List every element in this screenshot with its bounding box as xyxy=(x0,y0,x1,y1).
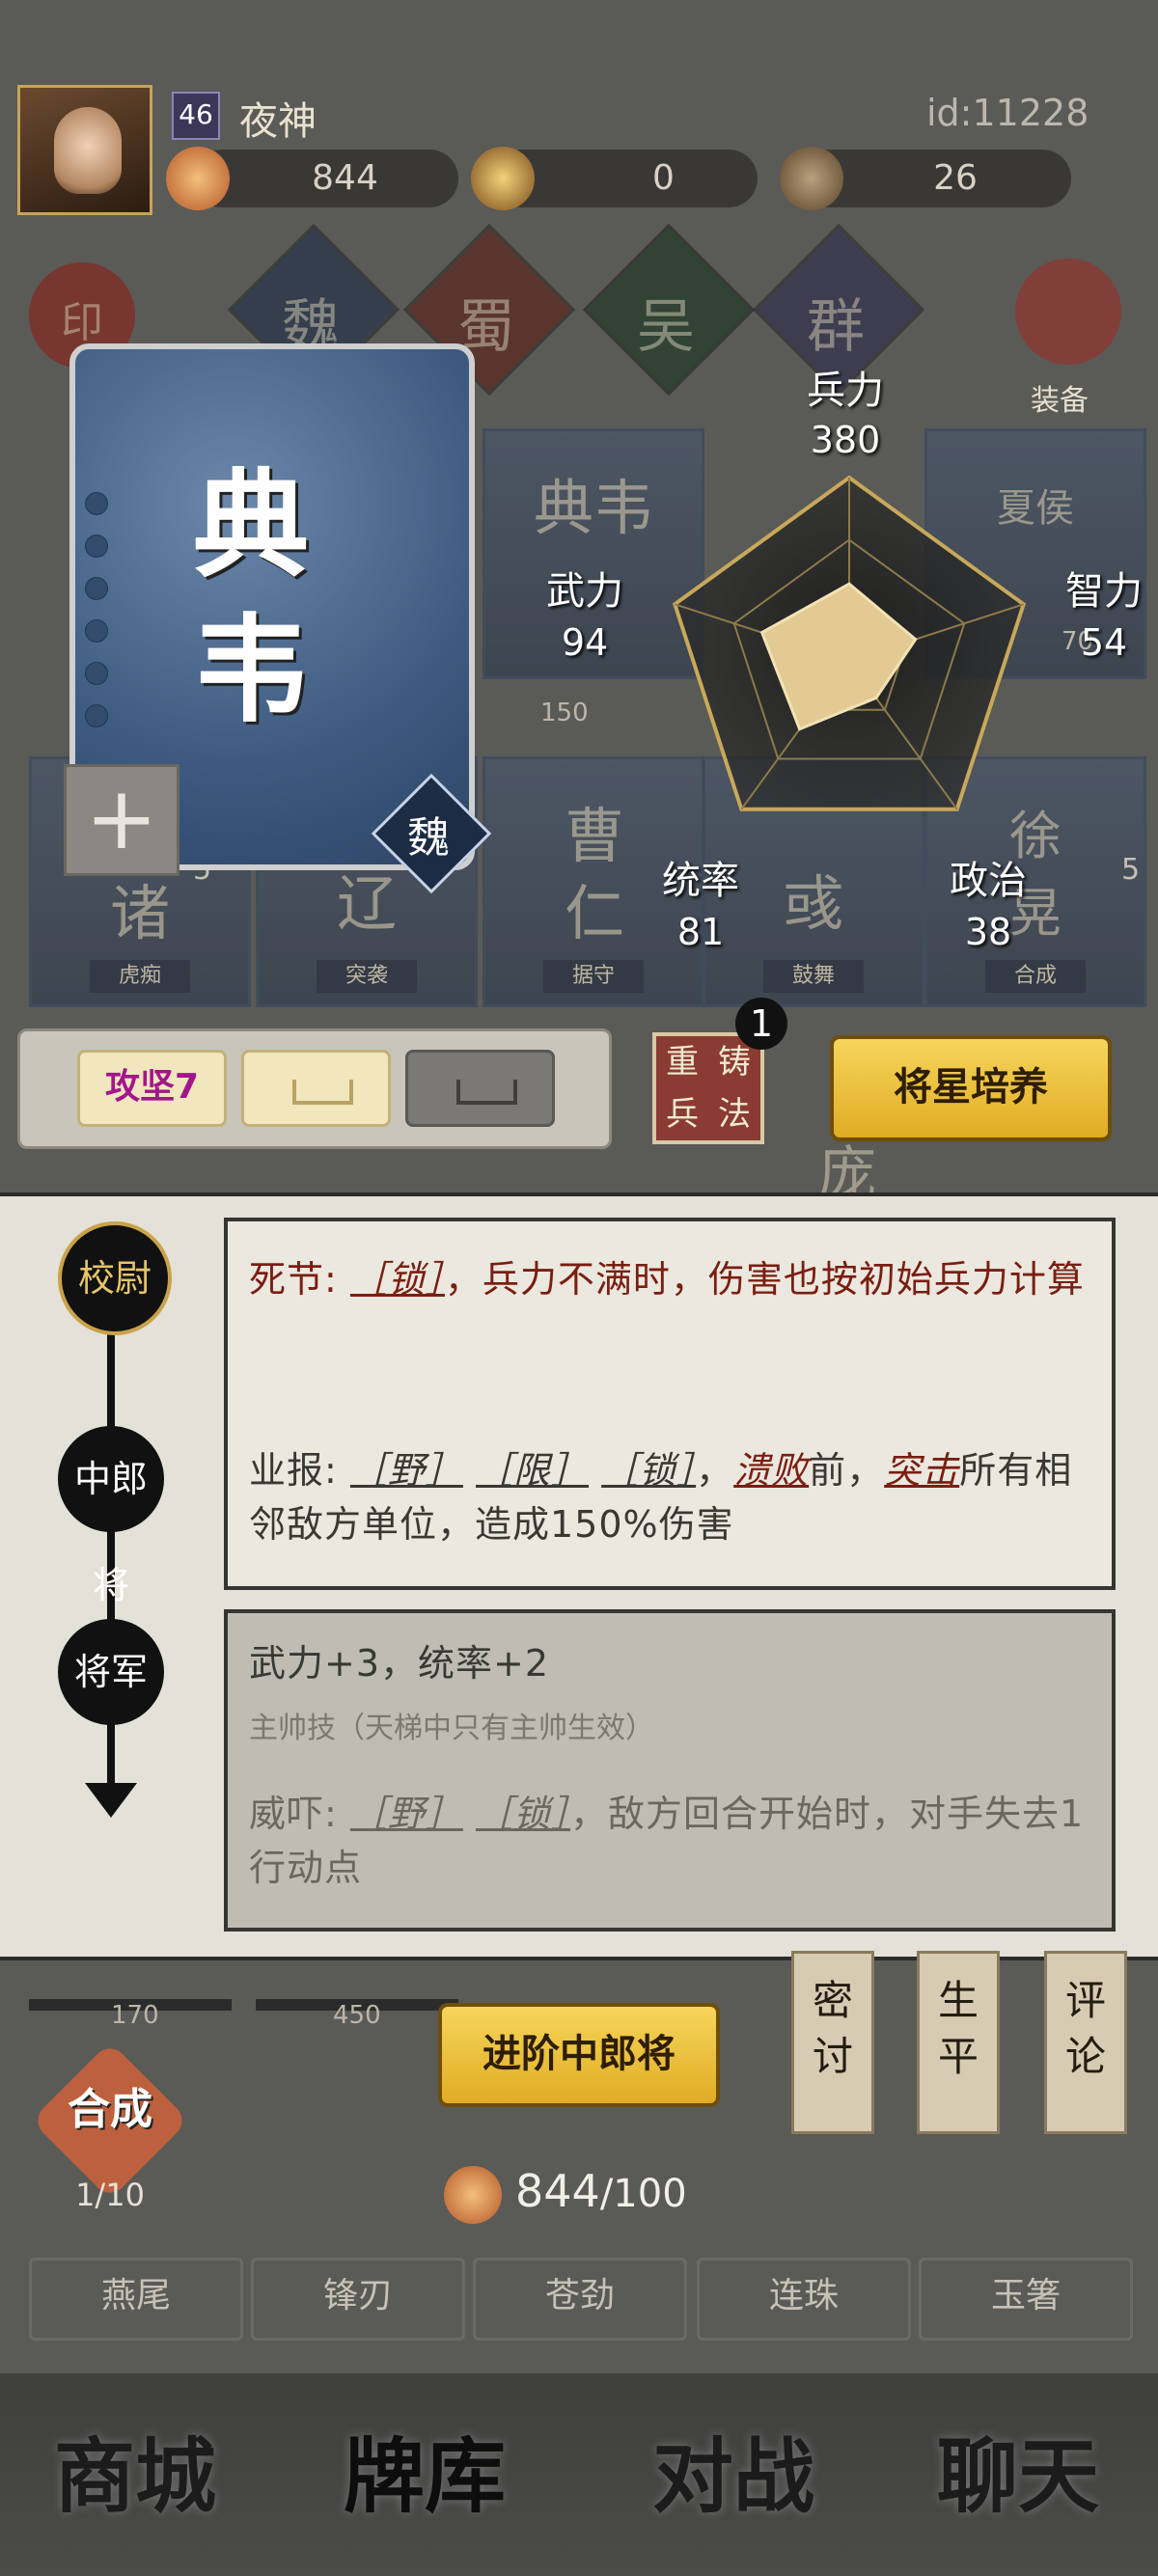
card-level: 450 xyxy=(333,2001,381,2030)
shard-cangjin[interactable]: 苍劲 xyxy=(473,2258,687,2341)
faction-wu-label: 吴 xyxy=(637,293,695,361)
cultivate-star-button[interactable]: 将星培养 xyxy=(830,1035,1112,1141)
comments-button[interactable]: 评论 xyxy=(1044,1951,1127,2134)
avatar-portrait xyxy=(54,107,122,194)
star-slot xyxy=(85,704,108,727)
card-level: 170 xyxy=(111,2001,159,2030)
star-slot xyxy=(85,619,108,643)
advance-rank-button[interactable]: 进阶中郎将 xyxy=(438,2003,720,2107)
player-id: id:11228 xyxy=(926,92,1089,134)
star-slot xyxy=(85,534,108,558)
stat-bingli-value: 380 xyxy=(810,419,881,461)
secret-plan-button[interactable]: 密讨 xyxy=(791,1951,874,2134)
tactic-slot-3-locked[interactable] xyxy=(405,1050,555,1127)
general-token-icon xyxy=(471,147,535,210)
player-name: 夜神 xyxy=(239,99,317,144)
skill-sijie: 死节: ［锁］，兵力不满时，伤害也按初始兵力计算 xyxy=(249,1258,1085,1301)
card-level: 5 xyxy=(1121,853,1141,887)
crossed-swords-coin-icon xyxy=(444,2166,502,2224)
tactic-slot-1[interactable]: 攻坚7 xyxy=(77,1050,227,1127)
nav-battle[interactable]: 对战 xyxy=(627,2412,840,2529)
stat-tongshuai-label: 统率 xyxy=(662,859,739,903)
nav-chat[interactable]: 聊天 xyxy=(912,2412,1124,2529)
crossed-swords-coin-icon xyxy=(166,147,230,210)
nav-shop[interactable]: 商城 xyxy=(29,2412,241,2529)
biography-button[interactable]: 生平 xyxy=(917,1951,1000,2134)
recast-tactic-button[interactable]: 重 铸 兵 法 xyxy=(652,1032,764,1144)
skill-weixia: 威吓: ［野］ ［锁］，敌方回合开始时，对手失去1行动点 xyxy=(249,1793,1085,1889)
skill-note: 主帅技（天梯中只有主帅生效） xyxy=(249,1712,654,1745)
empty-slot-icon xyxy=(292,1080,353,1105)
player-level: 46 xyxy=(172,92,220,140)
stat-zhili-value: 54 xyxy=(1080,621,1128,664)
notification-badge: 1 xyxy=(735,998,787,1050)
faction-qun-label: 群 xyxy=(807,293,865,361)
shard-lianzhu[interactable]: 连珠 xyxy=(697,2258,911,2341)
equipment-icon[interactable] xyxy=(1015,259,1121,365)
card-level: 150 xyxy=(540,699,589,727)
merge-label: 合成 xyxy=(68,2085,152,2134)
arrow-down-icon xyxy=(85,1783,137,1818)
star-slots xyxy=(85,492,108,747)
stat-tongshuai-value: 81 xyxy=(676,911,725,953)
nav-deck[interactable]: 牌库 xyxy=(318,2412,531,2529)
shard-yuzhu[interactable]: 玉箸 xyxy=(919,2258,1133,2341)
rank-jiangjun[interactable]: 将军 xyxy=(58,1619,164,1725)
hero-name: 典韦 xyxy=(193,457,309,738)
shard-yanwei[interactable]: 燕尾 xyxy=(29,2258,243,2341)
resource-coins: 844 xyxy=(193,150,458,207)
merge-count: 1/10 xyxy=(75,2177,145,2213)
skill-yebao: 业报: ［野］ ［限］ ［锁］，溃败前，突击所有相邻敌方单位，造成150%伤害 xyxy=(249,1449,1073,1546)
shard-fengren[interactable]: 锋刃 xyxy=(251,2258,465,2341)
equipment-label: 装备 xyxy=(1031,384,1089,418)
pouch-icon xyxy=(780,147,843,210)
stat-wuli-label: 武力 xyxy=(546,569,623,614)
stats-radar-chart xyxy=(672,475,1027,811)
skill-stat-bonus: 武力+3，统率+2 xyxy=(249,1642,550,1685)
star-slot xyxy=(85,577,108,600)
stat-zhengzhi-label: 政治 xyxy=(950,859,1027,903)
stat-zhili-label: 智力 xyxy=(1065,569,1143,614)
player-avatar[interactable] xyxy=(17,85,152,215)
add-item-button[interactable]: + xyxy=(64,764,179,876)
faction-badge-label: 魏 xyxy=(407,813,450,863)
faction-seal-label: 印 xyxy=(61,298,103,347)
stat-zhengzhi-value: 38 xyxy=(964,911,1012,953)
cost-display: 844/100 xyxy=(515,2165,687,2217)
star-slot xyxy=(85,662,108,685)
tactic-slot-2[interactable] xyxy=(241,1050,391,1127)
star-slot xyxy=(85,492,108,515)
stat-wuli-value: 94 xyxy=(561,621,609,664)
empty-slot-icon xyxy=(456,1080,517,1105)
rank-xiaowei[interactable]: 校尉 xyxy=(58,1221,172,1335)
rank-zhonglangjiang[interactable]: 中郎将 xyxy=(58,1426,164,1606)
stat-bingli-label: 兵力 xyxy=(807,369,884,413)
